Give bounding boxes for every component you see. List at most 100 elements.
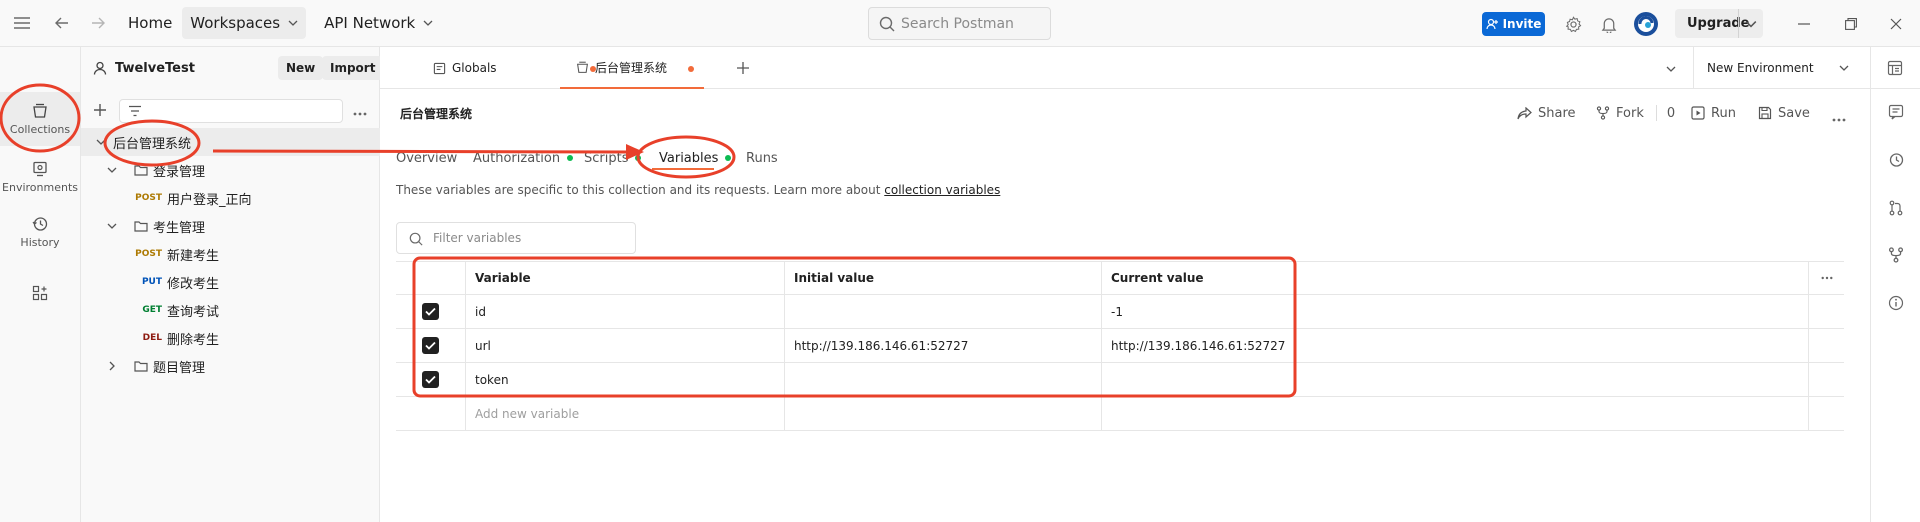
table-options-icon[interactable] xyxy=(1809,262,1844,294)
upgrade-button[interactable]: Upgrade xyxy=(1675,9,1763,38)
add-collection-icon[interactable] xyxy=(93,103,107,121)
minimize-window-icon[interactable] xyxy=(1791,11,1817,37)
rail-item-collections[interactable]: Collections xyxy=(0,92,80,146)
enabled-checkbox[interactable] xyxy=(422,303,439,320)
row-actions-cell xyxy=(1809,397,1844,430)
tree-request[interactable]: PUT 修改考生 xyxy=(81,268,380,296)
new-button[interactable]: New xyxy=(278,56,324,80)
documentation-icon[interactable] xyxy=(1887,103,1905,121)
current-value-cell[interactable]: http://139.186.146.61:52727 xyxy=(1102,329,1809,362)
tree-label: 题目管理 xyxy=(153,360,206,376)
invite-label: Invite xyxy=(1502,17,1542,31)
notifications-bell-icon[interactable] xyxy=(1596,11,1622,37)
variable-name-cell[interactable]: url xyxy=(466,329,785,362)
active-subtab-indicator xyxy=(652,168,714,170)
table-row: token xyxy=(396,363,1844,397)
variable-name-cell[interactable]: id xyxy=(466,295,785,328)
variable-name-cell[interactable]: token xyxy=(466,363,785,396)
save-button[interactable]: Save xyxy=(1758,99,1810,127)
save-label: Save xyxy=(1778,105,1810,121)
tabs-overflow-chevron-icon[interactable] xyxy=(1666,63,1676,78)
rail-label-environments: Environments xyxy=(2,180,78,194)
chevron-down-icon[interactable] xyxy=(1745,18,1757,30)
sidebar-filter-input[interactable] xyxy=(119,99,343,123)
close-window-icon[interactable] xyxy=(1883,11,1909,37)
invite-button[interactable]: Invite xyxy=(1482,12,1545,36)
current-value-cell[interactable] xyxy=(1102,363,1809,396)
initial-value-cell[interactable] xyxy=(785,363,1102,396)
fork-label: Fork xyxy=(1616,105,1644,121)
checkbox-cell xyxy=(396,329,466,362)
environment-quick-look-icon[interactable] xyxy=(1887,60,1903,80)
tree-request[interactable]: POST 新建考生 xyxy=(81,240,380,268)
collection-title[interactable]: 后台管理系统 xyxy=(400,99,472,127)
tab-label: Globals xyxy=(452,61,497,75)
tree-folder[interactable]: 题目管理 xyxy=(81,352,380,380)
environments-icon xyxy=(33,161,47,176)
add-new-variable-input[interactable]: Add new variable xyxy=(466,397,785,430)
filter-placeholder: Filter variables xyxy=(433,231,522,245)
api-network-menu[interactable]: API Network xyxy=(316,7,441,39)
tabs-bar: Globals 后台管理系统 xyxy=(380,47,1870,89)
tree-request[interactable]: POST 用户登录_正向 xyxy=(81,184,380,212)
back-arrow-icon[interactable] xyxy=(44,0,80,47)
variables-description: These variables are specific to this col… xyxy=(396,183,1000,197)
tree-label: 修改考生 xyxy=(167,276,220,292)
forward-arrow-icon[interactable] xyxy=(80,0,116,47)
enabled-checkbox[interactable] xyxy=(422,371,439,388)
tree-request[interactable]: GET 查询考试 xyxy=(81,296,380,324)
rail-item-environments[interactable]: Environments xyxy=(0,150,80,204)
header-current-value: Current value xyxy=(1102,262,1809,294)
new-tab-plus-icon[interactable] xyxy=(736,61,750,79)
pull-request-icon[interactable] xyxy=(1887,199,1905,217)
subtab-authorization[interactable]: Authorization xyxy=(473,145,574,171)
rail-item-configure[interactable] xyxy=(0,273,80,313)
tab-collection[interactable]: 后台管理系统 xyxy=(560,47,704,89)
info-icon[interactable] xyxy=(1887,294,1905,312)
tab-globals[interactable]: Globals xyxy=(433,47,596,89)
history-icon[interactable] xyxy=(1887,151,1905,169)
rail-item-history[interactable]: History xyxy=(0,205,80,259)
subtab-scripts[interactable]: Scripts xyxy=(584,145,642,171)
run-button[interactable]: Run xyxy=(1691,99,1736,127)
enabled-checkbox[interactable] xyxy=(422,337,439,354)
workspace-name: TwelveTest xyxy=(115,60,195,76)
more-options-icon[interactable] xyxy=(353,105,367,120)
initial-value-cell[interactable]: http://139.186.146.61:52727 xyxy=(785,329,1102,362)
status-dot xyxy=(635,155,642,161)
table-row: id -1 xyxy=(396,295,1844,329)
environment-selector[interactable]: New Environment xyxy=(1693,47,1870,89)
right-rail-header xyxy=(1870,47,1920,89)
tree-label: 查询考试 xyxy=(167,304,220,320)
tree-request[interactable]: DEL 删除考生 xyxy=(81,324,380,352)
initial-value-cell[interactable] xyxy=(785,397,1102,430)
tree-collection[interactable]: 后台管理系统 xyxy=(81,128,380,156)
collection-variables-link[interactable]: collection variables xyxy=(884,183,1000,197)
status-dot xyxy=(725,155,732,161)
settings-gear-icon[interactable] xyxy=(1560,11,1586,37)
workspaces-menu[interactable]: Workspaces xyxy=(182,7,307,39)
tree-folder[interactable]: 考生管理 xyxy=(81,212,380,240)
import-button[interactable]: Import xyxy=(322,56,384,80)
share-label: Share xyxy=(1538,105,1576,121)
tree-folder[interactable]: 登录管理 xyxy=(81,156,380,184)
fork-icon[interactable] xyxy=(1887,246,1905,264)
filter-variables-input[interactable]: Filter variables xyxy=(396,222,636,254)
initial-value-cell[interactable] xyxy=(785,295,1102,328)
home-link[interactable]: Home xyxy=(120,7,180,39)
user-avatar[interactable] xyxy=(1633,11,1659,37)
current-value-cell[interactable]: -1 xyxy=(1102,295,1809,328)
restore-window-icon[interactable] xyxy=(1838,11,1864,37)
tree-label: 考生管理 xyxy=(153,220,206,236)
subtab-runs[interactable]: Runs xyxy=(746,145,778,171)
share-button[interactable]: Share xyxy=(1517,99,1576,127)
subtab-overview[interactable]: Overview xyxy=(396,145,457,171)
search-icon xyxy=(879,16,895,32)
more-actions-icon[interactable] xyxy=(1832,111,1846,126)
chevron-down-icon xyxy=(107,167,117,173)
chevron-down-icon xyxy=(96,139,106,145)
search-input[interactable]: Search Postman xyxy=(868,7,1051,40)
menu-icon[interactable] xyxy=(0,0,44,47)
current-value-cell[interactable] xyxy=(1102,397,1809,430)
fork-button[interactable]: Fork 0 xyxy=(1596,99,1675,127)
